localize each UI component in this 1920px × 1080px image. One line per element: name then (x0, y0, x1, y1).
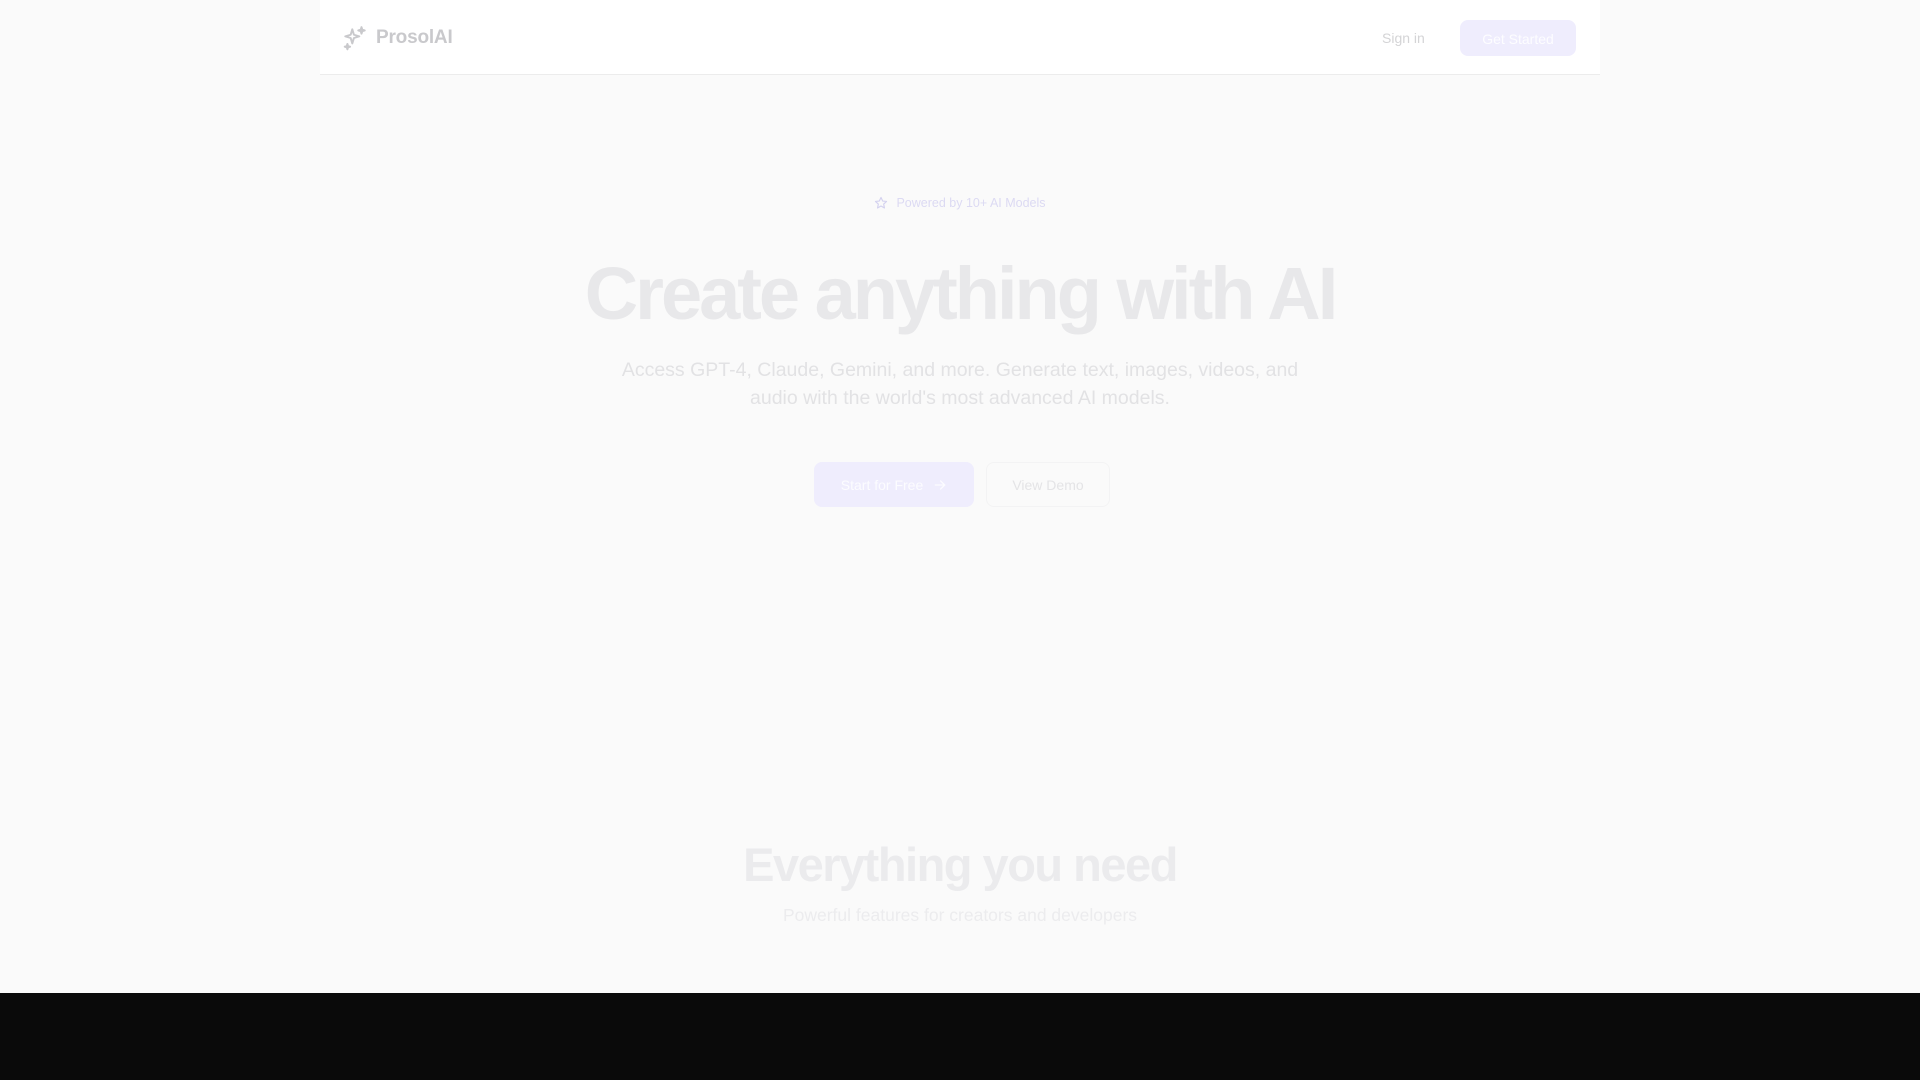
sign-in-link[interactable]: Sign in (1382, 20, 1425, 56)
get-started-button[interactable]: Get Started (1460, 20, 1576, 56)
dark-section (0, 993, 1920, 1080)
star-icon (875, 196, 888, 209)
brand-logo[interactable]: ProsolAI (342, 22, 453, 54)
start-for-free-label: Start for Free (840, 476, 924, 493)
landing-page: ProsolAI Sign in Get Started Powered by … (0, 0, 1920, 1080)
features-title: Everything you need (743, 838, 1178, 891)
hero-title: Create anything with AI (584, 252, 1339, 335)
sparkles-icon (343, 26, 366, 51)
arrow-right-icon (934, 479, 946, 490)
view-demo-button[interactable]: View Demo (986, 462, 1110, 507)
brand-name: ProsolAI (376, 27, 453, 48)
start-for-free-button[interactable]: Start for Free (814, 462, 974, 507)
features-subtitle: Powerful features for creators and devel… (782, 905, 1138, 925)
badge-text: Powered by 10+ AI Models (896, 196, 1046, 210)
hero-cta-group: Start for Free View Demo (0, 462, 1920, 507)
hero-subtitle: Access GPT-4, Claude, Gemini, and more. … (621, 359, 1299, 409)
top-nav: ProsolAI Sign in Get Started (320, 0, 1600, 75)
hero-badge: Powered by 10+ AI Models (0, 196, 1920, 210)
